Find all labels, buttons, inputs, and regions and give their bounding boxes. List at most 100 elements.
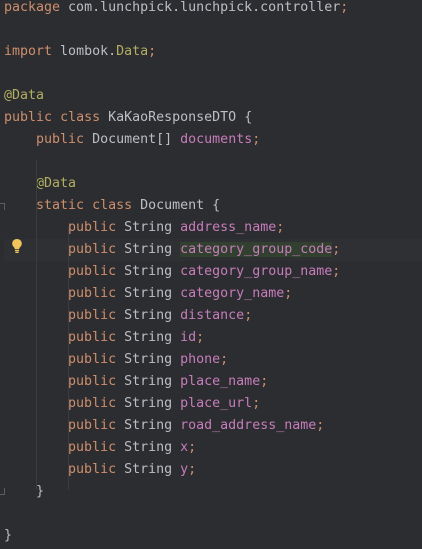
code-token: String (116, 462, 181, 477)
code-token: String (116, 286, 181, 301)
code-line[interactable]: package com.lunchpick.lunchpick.controll… (4, 0, 422, 19)
code-token: class (60, 110, 101, 125)
code-token: public (68, 286, 117, 301)
code-line[interactable]: static class Document { (4, 195, 422, 217)
code-line[interactable]: } (4, 525, 422, 547)
code-token: Document[] (84, 132, 181, 147)
code-token: static (36, 198, 85, 213)
code-token: public (68, 418, 117, 433)
code-token: String (116, 374, 181, 389)
code-token: ; (332, 264, 341, 279)
code-token: public (68, 374, 117, 389)
code-token: public (68, 242, 117, 257)
code-token: String (116, 330, 181, 345)
code-token: @Data (4, 88, 45, 103)
code-token: ; (332, 242, 341, 257)
code-token: id (180, 330, 197, 345)
code-token: class (92, 198, 133, 213)
code-token: public (68, 352, 117, 367)
lightbulb-icon[interactable] (11, 238, 23, 254)
code-token: place_url (180, 396, 253, 411)
code-token: public (36, 132, 85, 147)
code-token: package (4, 0, 61, 15)
code-token: public (68, 308, 117, 323)
code-line[interactable]: public String y; (4, 459, 422, 481)
code-token: y (180, 462, 189, 477)
code-token: x (180, 440, 189, 455)
code-token: category_group_code (180, 242, 333, 257)
code-token: @Data (36, 176, 77, 191)
code-token: ; (188, 462, 197, 477)
code-line[interactable]: public String distance; (4, 305, 422, 327)
code-token: category_group_name (180, 264, 333, 279)
code-line[interactable]: } (4, 481, 422, 503)
code-token: } (4, 528, 13, 543)
code-token: public (68, 264, 117, 279)
code-token: String (116, 264, 181, 279)
code-line[interactable]: public String place_url; (4, 393, 422, 415)
code-token: public (68, 440, 117, 455)
code-line[interactable]: public Document[] documents; (4, 129, 422, 151)
code-token: Data (116, 44, 149, 59)
indent-guide-inner (68, 226, 69, 490)
code-token: ; (220, 352, 229, 367)
code-token: documents (180, 132, 253, 147)
code-token: Document { (132, 198, 221, 213)
code-line[interactable]: public String id; (4, 327, 422, 349)
code-line[interactable]: public String category_group_code; (4, 239, 422, 261)
code-token: ; (316, 418, 325, 433)
fold-marker-bottom[interactable] (0, 488, 5, 495)
code-line[interactable]: public String category_group_name; (4, 261, 422, 283)
code-token: String (116, 220, 181, 235)
code-token: ; (252, 396, 261, 411)
code-line[interactable]: public String x; (4, 437, 422, 459)
code-token: ; (148, 44, 157, 59)
code-line[interactable]: public String place_name; (4, 371, 422, 393)
code-token: String (116, 308, 181, 323)
code-line[interactable] (4, 503, 422, 525)
code-token: String (116, 352, 181, 367)
code-line[interactable]: @Data (4, 85, 422, 107)
code-token: distance (180, 308, 245, 323)
code-token: public (4, 110, 53, 125)
code-line[interactable] (4, 19, 422, 41)
code-token: ; (340, 0, 349, 15)
code-token: ; (244, 308, 253, 323)
code-line[interactable] (4, 63, 422, 85)
code-editor[interactable]: package com.lunchpick.lunchpick.controll… (0, 0, 422, 549)
code-token: ; (284, 286, 293, 301)
code-token: road_address_name (180, 418, 317, 433)
code-line[interactable] (4, 151, 422, 173)
code-token: ; (260, 374, 269, 389)
code-line[interactable]: import lombok.Data; (4, 41, 422, 63)
code-token: public (68, 330, 117, 345)
code-token: place_name (180, 374, 261, 389)
code-token: ; (196, 330, 205, 345)
code-token: address_name (180, 220, 277, 235)
code-token: ; (188, 440, 197, 455)
code-token: public (68, 220, 117, 235)
fold-marker-top[interactable] (0, 203, 5, 210)
code-token: public (68, 462, 117, 477)
code-line[interactable]: @Data (4, 173, 422, 195)
code-token: import (4, 44, 53, 59)
code-token: } (4, 484, 45, 499)
code-line[interactable]: public String address_name; (4, 217, 422, 239)
code-token: String (116, 396, 181, 411)
code-line[interactable]: public String category_name; (4, 283, 422, 305)
code-token: ; (276, 220, 285, 235)
code-line[interactable]: public class KaKaoResponseDTO { (4, 107, 422, 129)
code-token: lombok. (52, 44, 117, 59)
code-token: phone (180, 352, 221, 367)
code-line[interactable]: public String road_address_name; (4, 415, 422, 437)
code-token: String (116, 242, 181, 257)
code-line[interactable]: public String phone; (4, 349, 422, 371)
code-token: KaKaoResponseDTO { (100, 110, 253, 125)
indent-guide-outer (36, 160, 37, 490)
code-token: String (116, 440, 181, 455)
